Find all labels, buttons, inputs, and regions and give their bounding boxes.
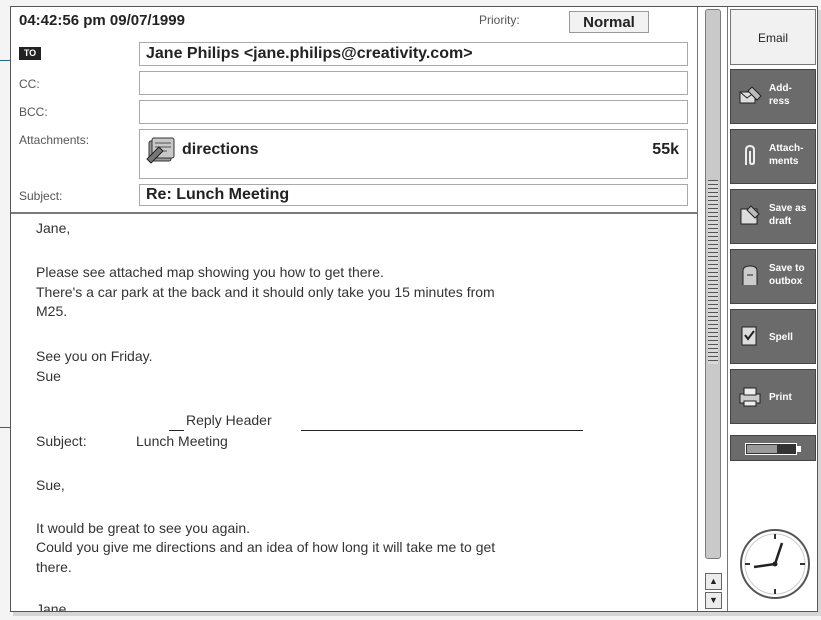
reply-greeting: Sue,: [36, 477, 65, 493]
save-draft-icon: [737, 203, 763, 229]
reply-line-2: Could you give me directions and an idea…: [36, 539, 496, 555]
body-greeting: Jane,: [36, 220, 71, 236]
priority-dropdown[interactable]: Normal: [569, 11, 649, 33]
header-bar: 04:42:56 pm 09/07/1999 Priority: Normal: [11, 7, 697, 41]
attachment-size: 55k: [652, 141, 679, 158]
scroll-down-button[interactable]: ▼: [705, 592, 722, 609]
reply-cutoff-line: Jane: [36, 601, 67, 611]
command-bar: Email Add- ress Attach- ments Save as dr…: [728, 7, 817, 611]
bcc-field[interactable]: [139, 100, 688, 124]
timestamp: 04:42:56 pm 09/07/1999: [19, 12, 185, 29]
email-compose-pane: 04:42:56 pm 09/07/1999 Priority: Normal …: [11, 7, 697, 611]
reply-header-label: Reply Header: [186, 412, 272, 428]
reply-line-3: there.: [36, 559, 72, 575]
reply-header-rule-left: [169, 430, 184, 431]
body-line-3: M25.: [36, 303, 68, 319]
header-divider: [11, 212, 697, 214]
device-screen: 04:42:56 pm 09/07/1999 Priority: Normal …: [10, 6, 818, 612]
body-signoff: See you on Friday.: [36, 348, 153, 364]
attachments-button-label: Attach- ments: [769, 143, 804, 167]
spell-button-label: Spell: [769, 332, 793, 343]
save-to-outbox-button-label: Save to outbox: [769, 263, 805, 287]
reply-header-rule-right: [301, 430, 583, 431]
attachments-field[interactable]: directions 55k: [139, 129, 688, 179]
printer-icon: [737, 383, 763, 409]
scroll-track[interactable]: [705, 9, 721, 559]
save-as-draft-button[interactable]: Save as draft: [730, 189, 816, 244]
attachments-label: Attachments:: [19, 133, 90, 147]
to-field-value: Jane Philips <jane.philips@creativity.co…: [146, 45, 473, 62]
save-to-outbox-button[interactable]: Save to outbox: [730, 249, 816, 304]
body-line-2: There's a car park at the back and it sh…: [36, 284, 495, 300]
save-as-draft-button-label: Save as draft: [769, 203, 807, 227]
cc-field[interactable]: [139, 71, 688, 95]
reply-line-1: It would be great to see you again.: [36, 520, 251, 536]
body-line-1: Please see attached map showing you how …: [36, 264, 384, 280]
to-label[interactable]: TO: [19, 47, 41, 60]
address-button-label: Add- ress: [769, 83, 792, 107]
subject-field[interactable]: Re: Lunch Meeting: [139, 184, 688, 206]
paperclip-icon: [737, 143, 763, 169]
cc-label: CC:: [19, 77, 40, 91]
attachment-name[interactable]: directions: [182, 141, 258, 159]
attachments-button[interactable]: Attach- ments: [730, 129, 816, 184]
address-book-icon: [737, 83, 763, 109]
reply-subject-label: Subject:: [36, 433, 87, 449]
vertical-scrollbar[interactable]: ▲ ▼: [697, 7, 728, 611]
subject-label: Subject:: [19, 189, 63, 203]
print-button-label: Print: [769, 392, 792, 403]
priority-label: Priority:: [479, 13, 520, 27]
print-button[interactable]: Print: [730, 369, 816, 424]
reply-subject-value: Lunch Meeting: [136, 433, 228, 449]
scroll-up-button[interactable]: ▲: [705, 573, 722, 590]
analog-clock-icon: [738, 527, 812, 601]
subject-field-value: Re: Lunch Meeting: [146, 186, 290, 203]
address-button[interactable]: Add- ress: [730, 69, 816, 124]
spell-check-icon: [737, 323, 763, 349]
app-title: Email: [730, 9, 816, 65]
scroll-thumb[interactable]: [708, 180, 718, 364]
bcc-label: BCC:: [19, 105, 48, 119]
spell-button[interactable]: Spell: [730, 309, 816, 364]
body-signature: Sue: [36, 368, 61, 384]
to-field[interactable]: Jane Philips <jane.philips@creativity.co…: [139, 42, 688, 66]
battery-indicator: [730, 435, 816, 461]
outbox-icon: [737, 263, 763, 289]
document-attachment-icon[interactable]: [145, 135, 179, 165]
